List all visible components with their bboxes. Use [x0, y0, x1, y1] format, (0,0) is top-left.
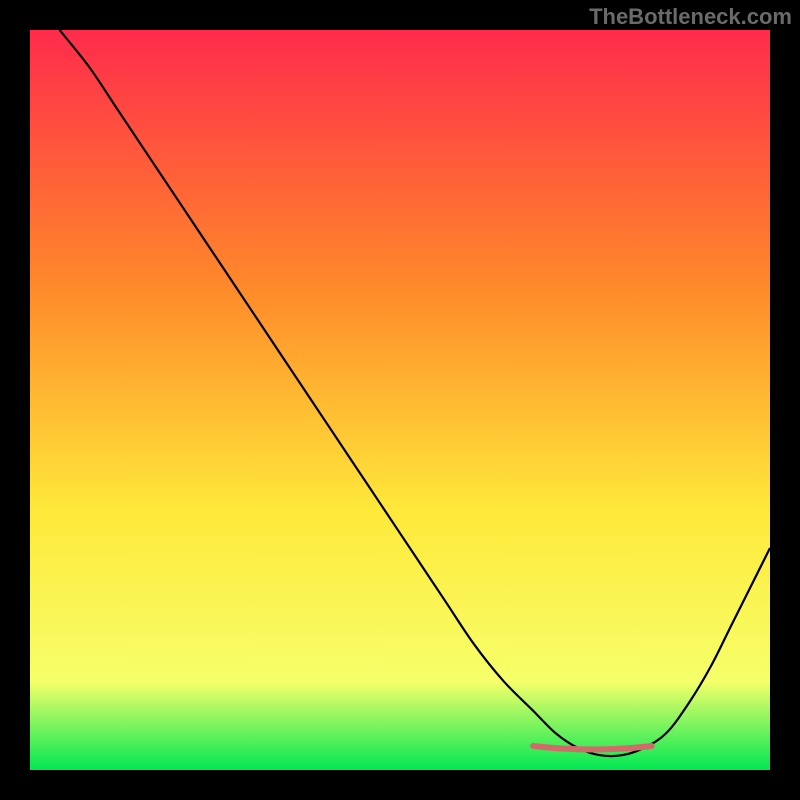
- bottleneck-chart: [30, 30, 770, 770]
- chart-container: TheBottleneck.com: [0, 0, 800, 800]
- watermark-text: TheBottleneck.com: [589, 4, 792, 30]
- near-min-marker: [533, 746, 651, 750]
- plot-background: [30, 30, 770, 770]
